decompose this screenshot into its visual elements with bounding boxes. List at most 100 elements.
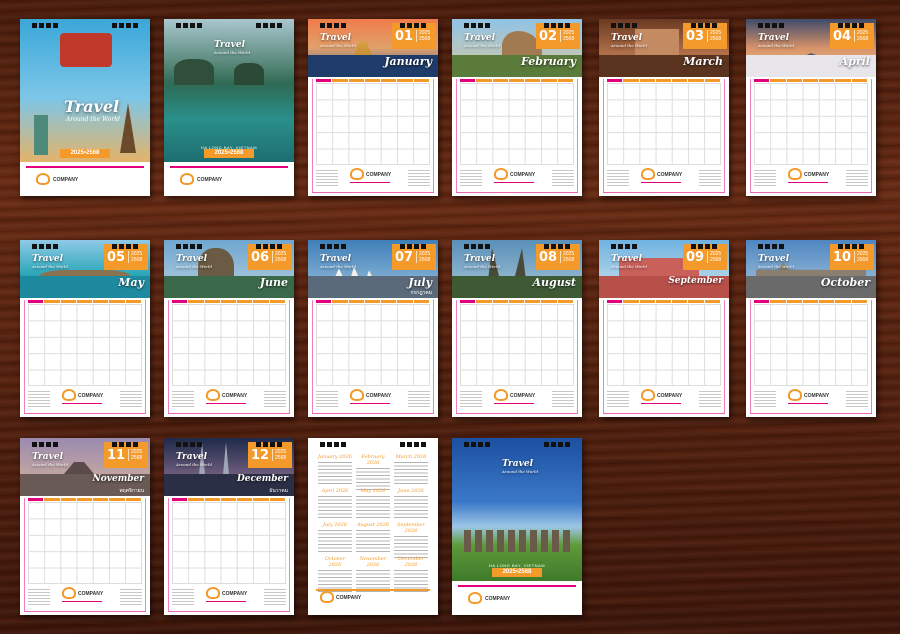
weekday-header — [172, 300, 286, 303]
month-footer: COMPANY — [28, 585, 142, 609]
date-grid — [316, 304, 430, 386]
month-page-april: Travel Around the World 04 2025 2568 April … — [746, 19, 876, 196]
date-grid — [460, 304, 574, 386]
overview-month: August 2026 — [356, 522, 390, 554]
month-page-march: Travel Around the World 03 2025 2568 March … — [599, 19, 729, 196]
month-footer: COMPANY — [316, 387, 430, 411]
mini-calendar-next — [699, 391, 721, 407]
suitcase-shape — [60, 33, 112, 67]
month-footer: COMPANY — [172, 387, 286, 411]
inside-cover-page: Travel Around the World HA LONG BAY, VIET… — [164, 19, 294, 196]
travel-logo-subtitle: Around the World — [320, 264, 357, 269]
month-number: 08 — [538, 249, 558, 265]
month-page-december: Travel Around the World 12 2025 2568 Decemb… — [164, 438, 294, 615]
company-logo-icon — [494, 389, 508, 401]
mini-calendar-prev — [460, 170, 482, 186]
travel-logo-subtitle: Around the World — [758, 43, 795, 48]
travel-logo-subtitle: Around the World — [32, 462, 69, 467]
month-page-july: Travel Around the World 07 2025 2568 July ก… — [308, 240, 438, 417]
weekday-header — [28, 300, 142, 303]
weekday-header — [28, 498, 142, 501]
company-logo-icon — [62, 587, 76, 599]
month-name-thai: พฤศจิกายน — [119, 488, 144, 494]
cover-footer: COMPANY — [26, 166, 144, 192]
overview-month: January 2026 — [318, 454, 352, 486]
company-logo-icon — [180, 173, 194, 185]
overview-month: July 2026 — [318, 522, 352, 554]
back-cover-page: Travel Around the World HA LONG BAY, VIET… — [452, 438, 582, 615]
travel-logo: Travel Around the World — [758, 255, 794, 271]
mini-calendar-next — [264, 391, 286, 407]
overview-month: November 2026 — [356, 556, 390, 594]
company-name: COMPANY — [657, 393, 683, 399]
month-number: 04 — [832, 28, 852, 44]
month-page-november: Travel Around the World 11 2025 2568 Novemb… — [20, 438, 150, 615]
company-logo-icon — [320, 591, 334, 603]
mini-calendar-prev — [460, 391, 482, 407]
cover-photo-landmarks — [20, 19, 150, 162]
travel-logo-subtitle: Around the World — [611, 264, 648, 269]
cover-year-bar: 2025•2568 — [60, 149, 110, 158]
year-label: 2025 2568 — [707, 251, 721, 263]
date-grid — [172, 304, 286, 386]
binding-holes — [746, 244, 876, 250]
mini-calendar-prev — [316, 391, 338, 407]
company-name: COMPANY — [485, 596, 511, 602]
weekday-header — [460, 300, 574, 303]
company-name: COMPANY — [510, 172, 536, 178]
travel-logo: Travel Around the World — [611, 34, 647, 50]
travel-logo: Travel Around the World — [464, 255, 500, 271]
mini-calendar-prev — [754, 391, 776, 407]
tower-shape — [120, 103, 136, 153]
karst-island-shape — [234, 63, 264, 85]
binding-holes — [746, 23, 876, 29]
travel-logo: Travel Around the World — [214, 41, 250, 57]
mini-calendar-prev — [607, 391, 629, 407]
month-footer: COMPANY — [28, 387, 142, 411]
travel-logo-subtitle: Around the World — [758, 264, 795, 269]
year-label: 2025 2568 — [416, 30, 430, 42]
cover-footer: COMPANY — [458, 585, 576, 611]
year-label: 2025 2568 — [272, 251, 286, 263]
company-name: COMPANY — [78, 393, 104, 399]
month-number: 02 — [538, 28, 558, 44]
month-number: 06 — [250, 249, 270, 265]
binding-holes — [599, 23, 729, 29]
mini-calendar-next — [408, 170, 430, 186]
travel-logo-subtitle: Around the World — [464, 264, 501, 269]
mini-calendar-prev — [28, 589, 50, 605]
weekday-header — [754, 300, 868, 303]
travel-logo-subtitle: Around the World — [464, 43, 501, 48]
travel-logo: Travel Around the World — [502, 460, 538, 476]
company-name: COMPANY — [804, 393, 830, 399]
binding-holes — [164, 244, 294, 250]
binding-holes — [308, 442, 438, 448]
travel-logo-subtitle: Around the World — [611, 43, 648, 48]
cover-year-bar: 2025•2568 — [204, 149, 254, 158]
year-label: 2025 2568 — [128, 251, 142, 263]
company-logo-icon — [788, 389, 802, 401]
travel-logo: Travel Around the World — [176, 255, 212, 271]
company-logo-icon — [641, 168, 655, 180]
month-name: January — [384, 55, 432, 68]
cover-subtitle: Around the World — [66, 116, 121, 123]
company-name: COMPANY — [222, 591, 248, 597]
binding-holes — [20, 442, 150, 448]
month-name: April — [839, 55, 870, 68]
date-grid — [754, 83, 868, 165]
overview-month: March 2026 — [394, 454, 428, 486]
date-grid — [28, 502, 142, 584]
company-name: COMPANY — [222, 393, 248, 399]
travel-logo: Travel Around the World — [32, 255, 68, 271]
travel-logo-subtitle: Around the World — [32, 264, 69, 269]
month-number: 12 — [250, 447, 270, 463]
travel-logo-subtitle: Around the World — [176, 264, 213, 269]
month-name-thai: กรกฎาคม — [410, 290, 432, 296]
month-name: July — [408, 276, 432, 289]
month-name-thai: ธันวาคม — [269, 488, 288, 494]
travel-logo-subtitle: Around the World — [502, 469, 539, 474]
mini-calendar-next — [552, 391, 574, 407]
year-label: 2025 2568 — [272, 449, 286, 461]
company-name: COMPANY — [657, 172, 683, 178]
mini-calendar-next — [552, 170, 574, 186]
